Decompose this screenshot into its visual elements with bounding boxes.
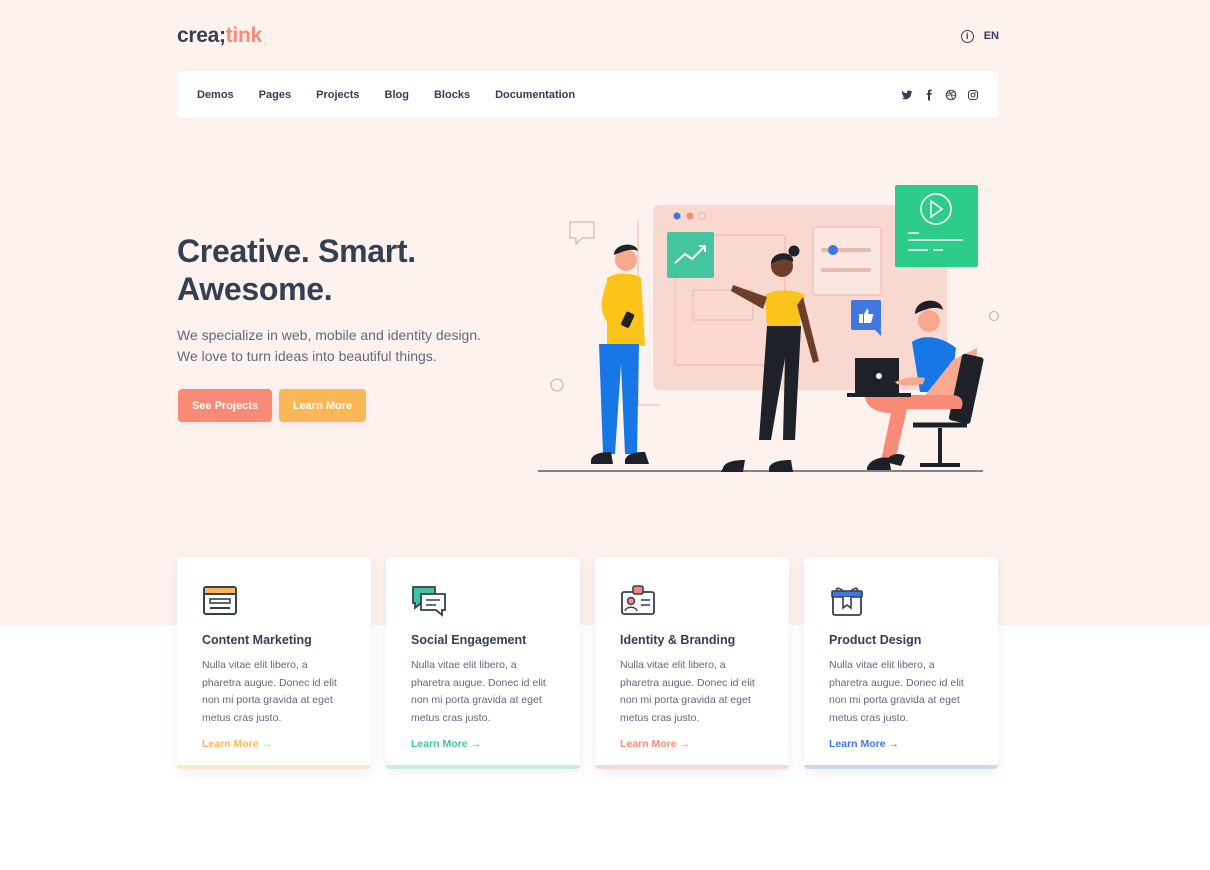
nav-item-documentation[interactable]: Documentation (495, 89, 575, 101)
info-icon[interactable]: i (960, 29, 974, 43)
social-links (901, 89, 979, 101)
top-bar: crea;tink i EN (177, 22, 999, 50)
hero-subtitle-line-2: We love to turn ideas into beautiful thi… (177, 348, 437, 364)
nav-item-demos[interactable]: Demos (197, 89, 234, 101)
instagram-icon[interactable] (967, 89, 979, 101)
hero-title: Creative. Smart. Awesome. (177, 233, 416, 307)
card-learn-more-link[interactable]: Learn More → (411, 738, 481, 750)
twitter-icon[interactable] (901, 89, 913, 101)
nav-item-pages[interactable]: Pages (259, 89, 291, 101)
card-learn-more-link[interactable]: Learn More → (202, 738, 272, 750)
hero-subtitle-line-1: We specialize in web, mobile and identit… (177, 327, 482, 343)
services-cards: Content Marketing Nulla vitae elit liber… (177, 557, 999, 769)
learn-more-button[interactable]: Learn More (279, 389, 366, 422)
topbar-right: i EN (960, 29, 999, 43)
card-text: Nulla vitae elit libero, a pharetra augu… (202, 659, 337, 724)
service-card-identity-branding: Identity & Branding Nulla vitae elit lib… (595, 557, 789, 769)
logo-main: crea; (177, 24, 226, 47)
card-accent-bar (595, 765, 789, 769)
card-accent-bar (804, 765, 998, 769)
card-text: Nulla vitae elit libero, a pharetra augu… (620, 659, 755, 724)
main-navbar: Demos Pages Projects Blog Blocks Documen… (177, 71, 999, 118)
service-card-content-marketing: Content Marketing Nulla vitae elit liber… (177, 557, 371, 769)
hero-illustration (538, 185, 999, 472)
card-text: Nulla vitae elit libero, a pharetra augu… (829, 659, 964, 724)
service-card-product-design: Product Design Nulla vitae elit libero, … (804, 557, 998, 769)
chat-bubbles-icon (412, 586, 446, 617)
card-title: Social Engagement (411, 633, 527, 647)
nav-item-blog[interactable]: Blog (385, 89, 409, 101)
dribbble-icon[interactable] (945, 89, 957, 101)
gift-box-icon (831, 587, 863, 616)
hero-subtitle: We specialize in web, mobile and identit… (177, 325, 537, 367)
language-selector[interactable]: EN (984, 30, 999, 42)
nav-item-blocks[interactable]: Blocks (434, 89, 470, 101)
nav-item-projects[interactable]: Projects (316, 89, 359, 101)
logo-accent: tink (225, 24, 262, 47)
service-card-social-engagement: Social Engagement Nulla vitae elit liber… (386, 557, 580, 769)
see-projects-button[interactable]: See Projects (178, 389, 272, 422)
card-title: Identity & Branding (620, 633, 736, 647)
card-accent-bar (386, 765, 580, 769)
nav-links: Demos Pages Projects Blog Blocks Documen… (197, 89, 575, 101)
logo[interactable]: crea;tink (177, 24, 262, 48)
browser-window-icon (203, 586, 237, 615)
card-accent-bar (177, 765, 371, 769)
card-text: Nulla vitae elit libero, a pharetra augu… (411, 659, 546, 724)
card-learn-more-link[interactable]: Learn More → (829, 738, 899, 750)
card-title: Product Design (829, 633, 922, 647)
id-card-icon (621, 585, 655, 615)
card-learn-more-link[interactable]: Learn More → (620, 738, 690, 750)
card-title: Content Marketing (202, 633, 312, 647)
facebook-icon[interactable] (923, 89, 935, 101)
